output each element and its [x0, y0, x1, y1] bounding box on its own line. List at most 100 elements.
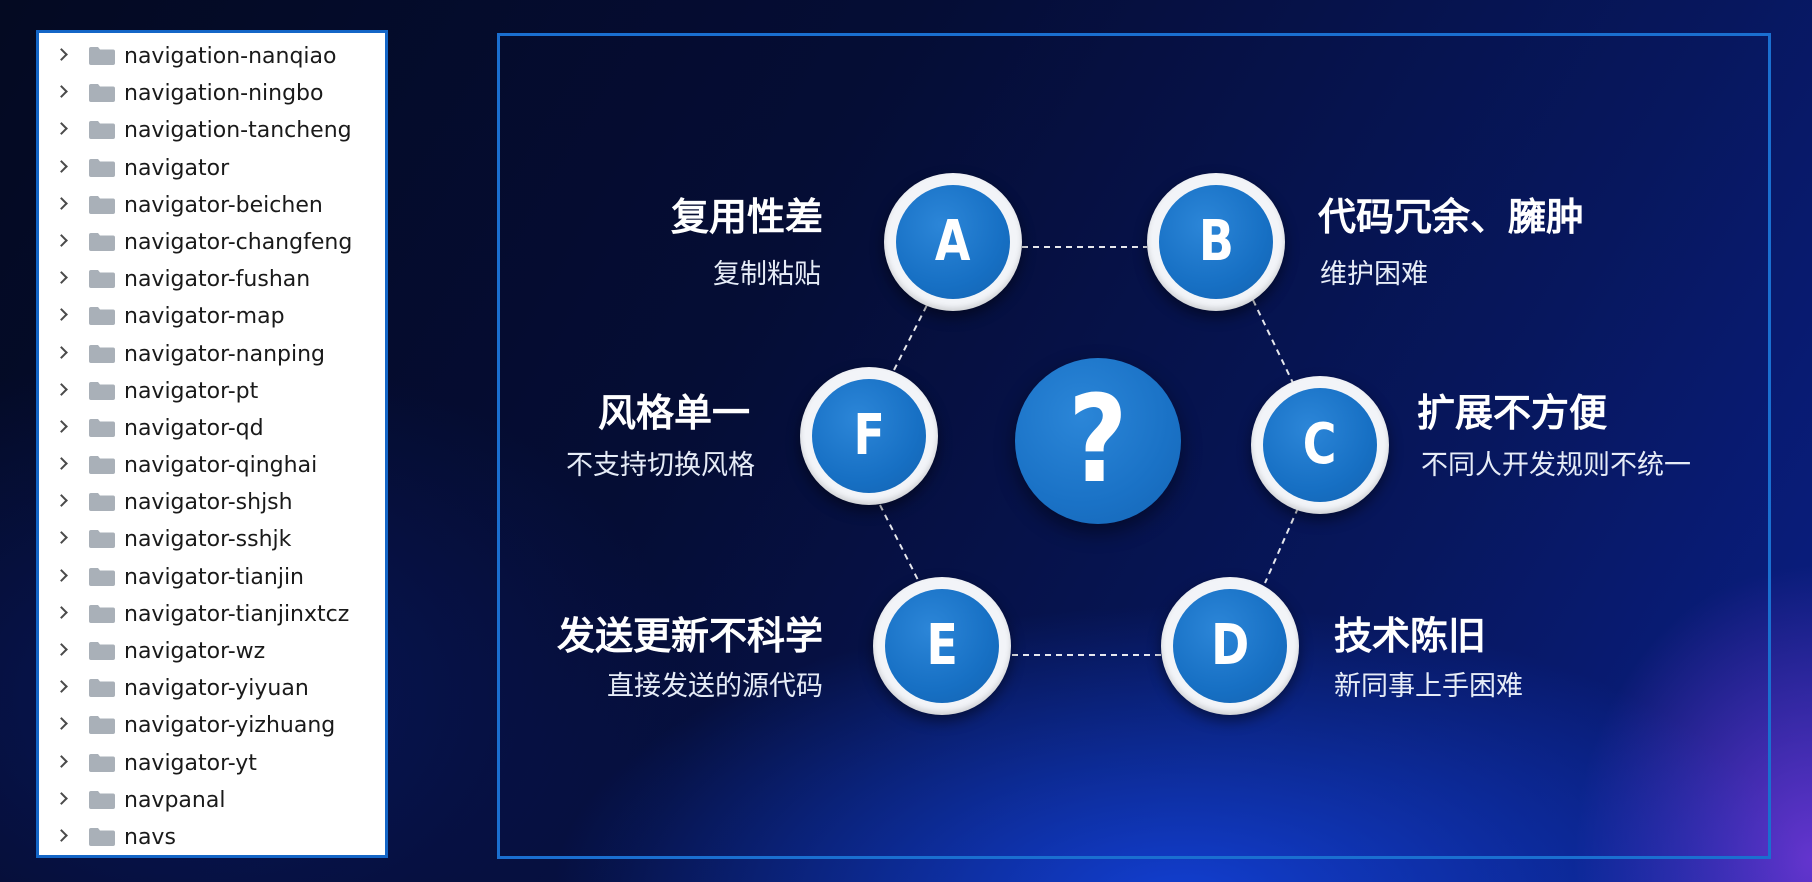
folder-icon	[89, 158, 115, 177]
tree-item-label: navigator-tianjinxtcz	[124, 601, 350, 627]
node-a: A	[884, 173, 1022, 311]
tree-item-label: navigator-beichen	[124, 192, 323, 218]
folder-icon	[89, 381, 115, 400]
chevron-right-icon[interactable]	[55, 457, 68, 470]
tree-item-label: navigator-yt	[124, 750, 257, 776]
folder-icon	[89, 232, 115, 251]
node-d-subtitle: 新同事上手困难	[1334, 671, 1523, 702]
tree-item[interactable]: navigation-nanqiao	[39, 37, 385, 74]
node-c-subtitle: 不同人开发规则不统一	[1421, 450, 1691, 481]
tree-item[interactable]: navigator-sshjk	[39, 520, 385, 557]
tree-item-label: navigator-fushan	[124, 267, 311, 293]
node-a-title: 复用性差	[670, 195, 823, 239]
node-b-letter: B	[1198, 209, 1234, 274]
node-e-subtitle: 直接发送的源代码	[607, 671, 823, 702]
chevron-right-icon[interactable]	[55, 494, 68, 508]
tree-item-label: navigator-map	[124, 304, 285, 330]
tree-item[interactable]: navigator-wz	[39, 632, 385, 669]
tree-item[interactable]: navigation-tancheng	[39, 111, 385, 148]
tree-item[interactable]: navpanal	[39, 781, 385, 818]
node-d-letter: D	[1210, 613, 1250, 678]
tree-item-label: navigation-tancheng	[124, 118, 352, 144]
chevron-right-icon[interactable]	[55, 680, 68, 694]
tree-item-label: navigator-pt	[124, 378, 259, 404]
tree-item[interactable]: navigator-yiyuan	[39, 669, 385, 706]
question-mark: ?	[1068, 371, 1128, 510]
chevron-right-icon[interactable]	[55, 717, 68, 731]
tree-item[interactable]: navigator-qd	[39, 409, 385, 446]
folder-icon	[89, 195, 115, 214]
chevron-right-icon[interactable]	[55, 85, 68, 99]
node-c-letter: C	[1303, 412, 1337, 477]
chevron-right-icon[interactable]	[55, 754, 68, 768]
tree-item[interactable]: navigator-nanping	[39, 335, 385, 372]
tree-item-label: navigator-changfeng	[124, 229, 353, 255]
tree-item-label: navigator-yizhuang	[124, 713, 336, 739]
tree-item[interactable]: navigator-map	[39, 297, 385, 334]
folder-icon	[89, 418, 115, 437]
tree-item-label: navigation-ningbo	[124, 81, 324, 107]
tree-item[interactable]: navigator-shjsh	[39, 483, 385, 520]
chevron-right-icon[interactable]	[55, 271, 68, 284]
node-b: B	[1147, 173, 1285, 311]
chevron-right-icon[interactable]	[55, 605, 68, 619]
folder-icon	[89, 493, 115, 512]
tree-item[interactable]: navigator-fushan	[39, 260, 385, 297]
chevron-right-icon[interactable]	[55, 48, 68, 61]
chevron-right-icon[interactable]	[55, 829, 68, 842]
tree-item[interactable]: navigator-tianjin	[39, 558, 385, 595]
node-b-title: 代码冗余、臃肿	[1318, 195, 1585, 239]
folder-icon	[89, 530, 115, 549]
tree-item[interactable]: navigator-yizhuang	[39, 706, 385, 743]
chevron-right-icon[interactable]	[55, 308, 68, 322]
tree-item-label: navigator-yiyuan	[124, 676, 309, 702]
tree-item-label: navigator	[124, 155, 230, 181]
node-d: D	[1161, 577, 1299, 715]
center-question-circle: ?	[1015, 358, 1181, 524]
file-tree-list: navigation-nanqiao navigation-ningbo nav…	[39, 33, 385, 855]
tree-item-label: navigator-wz	[124, 639, 266, 664]
chevron-right-icon[interactable]	[55, 196, 68, 210]
tree-item[interactable]: navigator-beichen	[39, 186, 385, 223]
folder-icon	[89, 679, 115, 698]
tree-item[interactable]: navigator-yt	[39, 744, 385, 781]
chevron-right-icon[interactable]	[55, 643, 68, 656]
folder-icon	[89, 47, 115, 65]
chevron-right-icon[interactable]	[55, 382, 68, 396]
node-d-title: 技术陈旧	[1334, 614, 1487, 658]
node-f-letter: F	[853, 403, 885, 468]
folder-icon	[89, 307, 115, 326]
tree-item[interactable]: navigator-tianjinxtcz	[39, 595, 385, 632]
tree-item[interactable]: navigator-changfeng	[39, 223, 385, 260]
chevron-right-icon[interactable]	[55, 345, 68, 359]
chevron-right-icon[interactable]	[55, 122, 68, 136]
node-e: E	[873, 577, 1011, 715]
chevron-right-icon[interactable]	[55, 159, 68, 173]
tree-item-label: navigator-qinghai	[124, 453, 318, 479]
tree-item-label: navigator-shjsh	[124, 490, 293, 516]
folder-icon	[89, 642, 115, 660]
tree-item[interactable]: navigator-pt	[39, 372, 385, 409]
folder-icon	[89, 604, 115, 623]
tree-item[interactable]: navigator-qinghai	[39, 446, 385, 483]
tree-item[interactable]: navigator	[39, 149, 385, 186]
tree-item[interactable]: navs	[39, 818, 385, 855]
node-f-subtitle: 不支持切换风格	[566, 450, 755, 481]
chevron-right-icon[interactable]	[55, 568, 68, 582]
chevron-right-icon[interactable]	[55, 531, 68, 545]
folder-icon	[89, 121, 115, 140]
tree-item[interactable]: navigation-ningbo	[39, 74, 385, 111]
folder-icon	[89, 456, 115, 475]
folder-icon	[89, 344, 115, 363]
tree-item-label: navigator-tianjin	[124, 564, 304, 590]
file-tree-panel: navigation-nanqiao navigation-ningbo nav…	[36, 30, 388, 858]
folder-icon	[89, 790, 115, 809]
chevron-right-icon[interactable]	[55, 234, 68, 247]
tree-item-label: navigator-nanping	[124, 341, 326, 367]
chevron-right-icon[interactable]	[55, 420, 68, 433]
folder-icon	[89, 753, 115, 772]
chevron-right-icon[interactable]	[55, 791, 68, 805]
node-f-title: 风格单一	[597, 391, 750, 435]
folder-icon	[89, 567, 115, 586]
tree-item-label: navpanal	[124, 787, 226, 813]
